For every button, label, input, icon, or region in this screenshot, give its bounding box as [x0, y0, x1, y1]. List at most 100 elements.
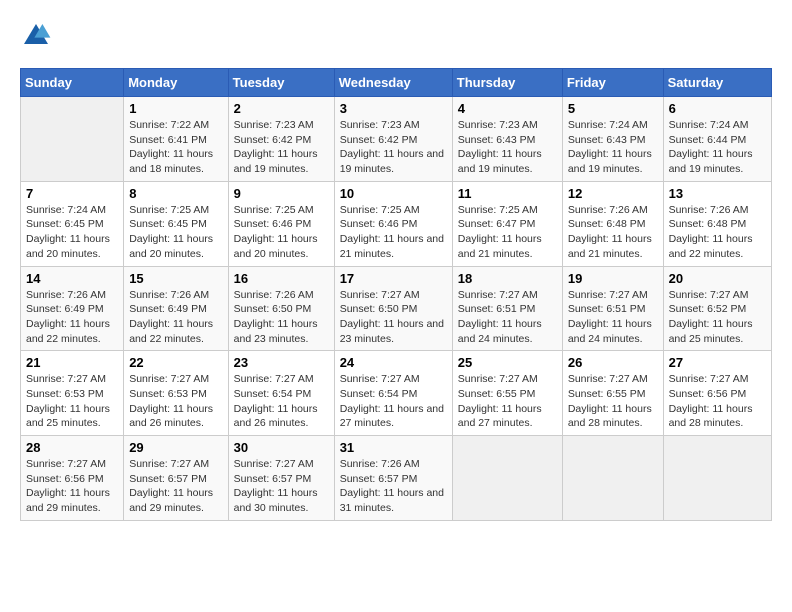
page-header — [20, 20, 772, 52]
day-number: 15 — [129, 271, 222, 286]
day-info: Sunrise: 7:27 AMSunset: 6:53 PMDaylight:… — [26, 372, 118, 431]
daylight-text: Daylight: 11 hours and 21 minutes. — [458, 233, 542, 260]
day-info: Sunrise: 7:27 AMSunset: 6:56 PMDaylight:… — [26, 457, 118, 516]
calendar-cell: 31Sunrise: 7:26 AMSunset: 6:57 PMDayligh… — [334, 436, 452, 521]
daylight-text: Daylight: 11 hours and 23 minutes. — [234, 318, 318, 345]
day-number: 13 — [669, 186, 766, 201]
sunrise-text: Sunrise: 7:27 AM — [669, 373, 749, 385]
day-number: 27 — [669, 355, 766, 370]
week-row-4: 28Sunrise: 7:27 AMSunset: 6:56 PMDayligh… — [21, 436, 772, 521]
sunset-text: Sunset: 6:53 PM — [129, 388, 207, 400]
header-day-friday: Friday — [562, 69, 663, 97]
calendar-cell: 15 Sunrise: 7:26 AMSunset: 6:49 PMDayligh… — [124, 266, 228, 351]
calendar-cell: 12Sunrise: 7:26 AMSunset: 6:48 PMDayligh… — [562, 181, 663, 266]
calendar-cell: 13 Sunrise: 7:26 AMSunset: 6:48 PMDayligh… — [663, 181, 771, 266]
day-info: Sunrise: 7:27 AMSunset: 6:57 PMDaylight:… — [129, 457, 222, 516]
sunrise-text: Sunrise: 7:25 AM — [234, 204, 314, 216]
day-info: Sunrise: 7:24 AMSunset: 6:43 PMDaylight:… — [568, 118, 658, 177]
calendar-cell: 21Sunrise: 7:27 AMSunset: 6:53 PMDayligh… — [21, 351, 124, 436]
daylight-text: Daylight: 11 hours and 23 minutes. — [340, 318, 444, 345]
day-number: 4 — [458, 101, 557, 116]
sunset-text: Sunset: 6:47 PM — [458, 218, 536, 230]
day-number: 5 — [568, 101, 658, 116]
sunrise-text: Sunrise: 7:23 AM — [234, 119, 314, 131]
sunset-text: Sunset: 6:43 PM — [458, 134, 536, 146]
day-info: Sunrise: 7:23 AMSunset: 6:43 PMDaylight:… — [458, 118, 557, 177]
logo-icon — [20, 20, 52, 52]
sunset-text: Sunset: 6:56 PM — [26, 473, 104, 485]
daylight-text: Daylight: 11 hours and 19 minutes. — [458, 148, 542, 175]
daylight-text: Daylight: 11 hours and 21 minutes. — [568, 233, 652, 260]
day-number: 18 — [458, 271, 557, 286]
daylight-text: Daylight: 11 hours and 19 minutes. — [568, 148, 652, 175]
calendar-cell: 9Sunrise: 7:25 AMSunset: 6:46 PMDaylight… — [228, 181, 334, 266]
calendar-cell: 19Sunrise: 7:27 AMSunset: 6:51 PMDayligh… — [562, 266, 663, 351]
sunset-text: Sunset: 6:41 PM — [129, 134, 207, 146]
day-number: 26 — [568, 355, 658, 370]
day-info: Sunrise: 7:27 AMSunset: 6:56 PMDaylight:… — [669, 372, 766, 431]
day-info: Sunrise: 7:26 AMSunset: 6:48 PMDaylight:… — [568, 203, 658, 262]
daylight-text: Daylight: 11 hours and 28 minutes. — [568, 403, 652, 430]
daylight-text: Daylight: 11 hours and 31 minutes. — [340, 487, 444, 514]
day-number: 6 — [669, 101, 766, 116]
calendar-cell — [562, 436, 663, 521]
calendar-cell: 28Sunrise: 7:27 AMSunset: 6:56 PMDayligh… — [21, 436, 124, 521]
daylight-text: Daylight: 11 hours and 19 minutes. — [234, 148, 318, 175]
week-row-3: 21Sunrise: 7:27 AMSunset: 6:53 PMDayligh… — [21, 351, 772, 436]
sunset-text: Sunset: 6:54 PM — [340, 388, 418, 400]
day-number: 22 — [129, 355, 222, 370]
daylight-text: Daylight: 11 hours and 19 minutes. — [340, 148, 444, 175]
sunset-text: Sunset: 6:48 PM — [568, 218, 646, 230]
daylight-text: Daylight: 11 hours and 21 minutes. — [340, 233, 444, 260]
daylight-text: Daylight: 11 hours and 27 minutes. — [458, 403, 542, 430]
week-row-1: 7Sunrise: 7:24 AMSunset: 6:45 PMDaylight… — [21, 181, 772, 266]
day-number: 3 — [340, 101, 447, 116]
day-number: 20 — [669, 271, 766, 286]
day-info: Sunrise: 7:27 AMSunset: 6:52 PMDaylight:… — [669, 288, 766, 347]
calendar-cell — [663, 436, 771, 521]
calendar-cell: 10Sunrise: 7:25 AMSunset: 6:46 PMDayligh… — [334, 181, 452, 266]
calendar-cell: 17Sunrise: 7:27 AMSunset: 6:50 PMDayligh… — [334, 266, 452, 351]
day-info: Sunrise: 7:26 AMSunset: 6:49 PMDaylight:… — [129, 288, 222, 347]
day-info: Sunrise: 7:23 AMSunset: 6:42 PMDaylight:… — [340, 118, 447, 177]
sunrise-text: Sunrise: 7:22 AM — [129, 119, 209, 131]
day-number: 19 — [568, 271, 658, 286]
day-info: Sunrise: 7:25 AMSunset: 6:45 PMDaylight:… — [129, 203, 222, 262]
sunrise-text: Sunrise: 7:27 AM — [568, 373, 648, 385]
calendar-cell: 4 Sunrise: 7:23 AMSunset: 6:43 PMDaylight… — [452, 97, 562, 182]
calendar-cell: 5 Sunrise: 7:24 AMSunset: 6:43 PMDaylight… — [562, 97, 663, 182]
sunrise-text: Sunrise: 7:24 AM — [669, 119, 749, 131]
sunrise-text: Sunrise: 7:26 AM — [234, 289, 314, 301]
day-info: Sunrise: 7:25 AMSunset: 6:47 PMDaylight:… — [458, 203, 557, 262]
sunset-text: Sunset: 6:46 PM — [234, 218, 312, 230]
calendar-cell: 23Sunrise: 7:27 AMSunset: 6:54 PMDayligh… — [228, 351, 334, 436]
sunset-text: Sunset: 6:56 PM — [669, 388, 747, 400]
day-info: Sunrise: 7:27 AMSunset: 6:54 PMDaylight:… — [340, 372, 447, 431]
day-info: Sunrise: 7:27 AMSunset: 6:51 PMDaylight:… — [458, 288, 557, 347]
day-number: 9 — [234, 186, 329, 201]
daylight-text: Daylight: 11 hours and 19 minutes. — [669, 148, 753, 175]
header-day-saturday: Saturday — [663, 69, 771, 97]
daylight-text: Daylight: 11 hours and 24 minutes. — [568, 318, 652, 345]
calendar-cell — [21, 97, 124, 182]
sunset-text: Sunset: 6:53 PM — [26, 388, 104, 400]
header-day-monday: Monday — [124, 69, 228, 97]
calendar-cell: 29Sunrise: 7:27 AMSunset: 6:57 PMDayligh… — [124, 436, 228, 521]
sunrise-text: Sunrise: 7:27 AM — [26, 373, 106, 385]
day-info: Sunrise: 7:26 AMSunset: 6:48 PMDaylight:… — [669, 203, 766, 262]
calendar-cell: 18 Sunrise: 7:27 AMSunset: 6:51 PMDayligh… — [452, 266, 562, 351]
sunset-text: Sunset: 6:57 PM — [234, 473, 312, 485]
daylight-text: Daylight: 11 hours and 29 minutes. — [129, 487, 213, 514]
sunrise-text: Sunrise: 7:23 AM — [340, 119, 420, 131]
header-day-thursday: Thursday — [452, 69, 562, 97]
day-number: 1 — [129, 101, 222, 116]
week-row-2: 14Sunrise: 7:26 AMSunset: 6:49 PMDayligh… — [21, 266, 772, 351]
week-row-0: 1 Sunrise: 7:22 AM Sunset: 6:41 PM Daylight… — [21, 97, 772, 182]
calendar-cell: 6Sunrise: 7:24 AMSunset: 6:44 PMDaylight… — [663, 97, 771, 182]
calendar-cell: 8Sunrise: 7:25 AMSunset: 6:45 PMDaylight… — [124, 181, 228, 266]
day-info: Sunrise: 7:27 AMSunset: 6:54 PMDaylight:… — [234, 372, 329, 431]
calendar-cell: 20 Sunrise: 7:27 AMSunset: 6:52 PMDayligh… — [663, 266, 771, 351]
sunrise-text: Sunrise: 7:25 AM — [129, 204, 209, 216]
day-info: Sunrise: 7:25 AMSunset: 6:46 PMDaylight:… — [234, 203, 329, 262]
sunrise-text: Sunrise: 7:27 AM — [234, 458, 314, 470]
